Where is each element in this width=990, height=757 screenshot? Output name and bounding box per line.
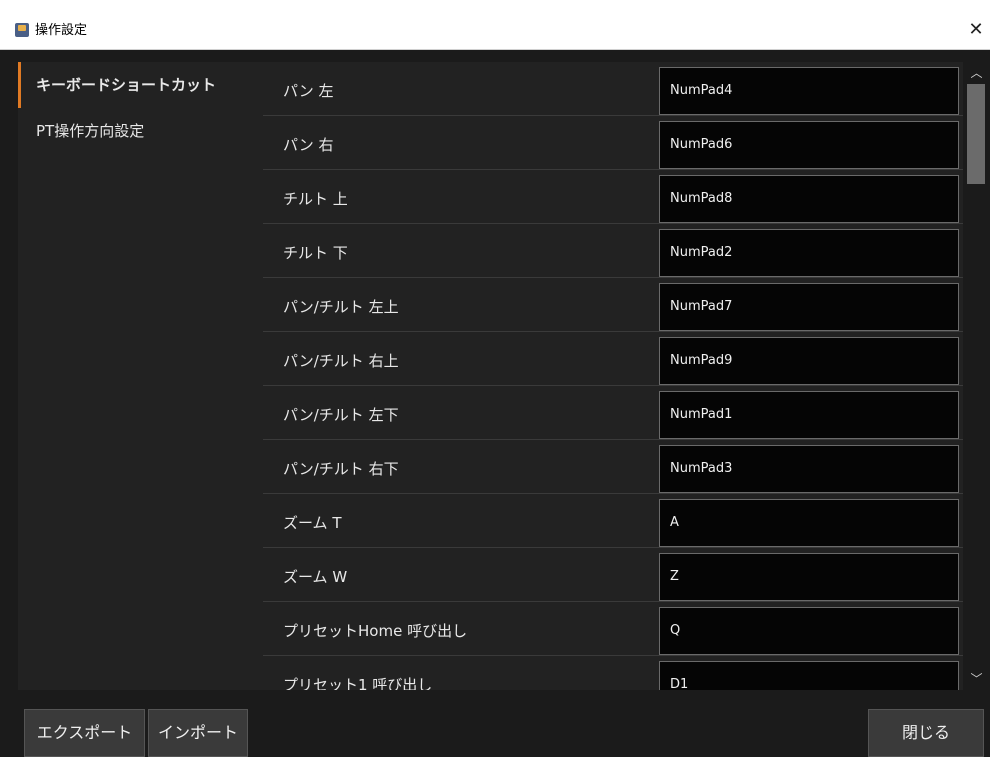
shortcut-key-field[interactable]: D1: [659, 661, 959, 690]
shortcut-action-label: ズーム T: [283, 514, 342, 532]
shortcut-action-label: チルト 下: [283, 244, 348, 262]
shortcut-action-label: パン/チルト 左上: [283, 298, 399, 316]
sidebar-item-keyboard-shortcuts[interactable]: キーボードショートカット: [18, 62, 263, 108]
shortcut-key-field[interactable]: NumPad2: [659, 229, 959, 277]
shortcut-row: ズーム W Z: [263, 548, 963, 602]
close-icon[interactable]: ✕: [962, 16, 990, 44]
shortcut-key-field[interactable]: NumPad1: [659, 391, 959, 439]
shortcut-row: チルト 上 NumPad8: [263, 170, 963, 224]
shortcut-key-field[interactable]: Q: [659, 607, 959, 655]
shortcut-key-field[interactable]: NumPad3: [659, 445, 959, 493]
sidebar-item-label: PT操作方向設定: [36, 122, 145, 140]
shortcut-row: プリセット1 呼び出し D1: [263, 656, 963, 690]
shortcut-key-field[interactable]: NumPad6: [659, 121, 959, 169]
window-title: 操作設定: [35, 23, 88, 38]
shortcut-action-label: パン 右: [283, 136, 334, 154]
shortcut-row: パン/チルト 左上 NumPad7: [263, 278, 963, 332]
shortcut-action-label: チルト 上: [283, 190, 348, 208]
title-bar: 操作設定 ✕: [0, 0, 990, 50]
shortcut-action-label: パン/チルト 右下: [283, 460, 399, 478]
shortcut-row: パン 右 NumPad6: [263, 116, 963, 170]
shortcut-list: パン 左 NumPad4 パン 右 NumPad6 チルト 上 NumPad8 …: [263, 62, 963, 690]
close-button[interactable]: 閉じる: [868, 709, 984, 757]
chevron-down-icon[interactable]: ﹀: [963, 668, 990, 690]
shortcut-action-label: パン/チルト 左下: [283, 406, 399, 424]
sidebar: キーボードショートカット PT操作方向設定: [18, 62, 263, 690]
shortcut-row: パン 左 NumPad4: [263, 62, 963, 116]
scrollbar-thumb[interactable]: [967, 84, 985, 184]
shortcut-key-field[interactable]: NumPad7: [659, 283, 959, 331]
shortcut-row: パン/チルト 左下 NumPad1: [263, 386, 963, 440]
shortcut-action-label: パン 左: [283, 82, 334, 100]
chevron-up-icon[interactable]: ︿: [963, 62, 990, 84]
export-button[interactable]: エクスポート: [24, 709, 145, 757]
shortcut-action-label: パン/チルト 右上: [283, 352, 399, 370]
shortcut-row: チルト 下 NumPad2: [263, 224, 963, 278]
shortcut-key-field[interactable]: Z: [659, 553, 959, 601]
shortcut-row: プリセットHome 呼び出し Q: [263, 602, 963, 656]
shortcut-action-label: プリセットHome 呼び出し: [283, 622, 468, 640]
shortcut-key-field[interactable]: A: [659, 499, 959, 547]
shortcut-row: ズーム T A: [263, 494, 963, 548]
sidebar-item-label: キーボードショートカット: [36, 76, 217, 94]
vertical-scrollbar[interactable]: ︿ ﹀: [963, 62, 990, 690]
import-button[interactable]: インポート: [148, 709, 248, 757]
shortcut-key-field[interactable]: NumPad8: [659, 175, 959, 223]
shortcut-row: パン/チルト 右下 NumPad3: [263, 440, 963, 494]
sidebar-item-pt-direction[interactable]: PT操作方向設定: [18, 108, 263, 154]
shortcut-action-label: ズーム W: [283, 568, 348, 586]
shortcut-row: パン/チルト 右上 NumPad9: [263, 332, 963, 386]
shortcut-action-label: プリセット1 呼び出し: [283, 676, 433, 690]
shortcut-key-field[interactable]: NumPad9: [659, 337, 959, 385]
shortcut-key-field[interactable]: NumPad4: [659, 67, 959, 115]
app-icon: [15, 23, 29, 37]
